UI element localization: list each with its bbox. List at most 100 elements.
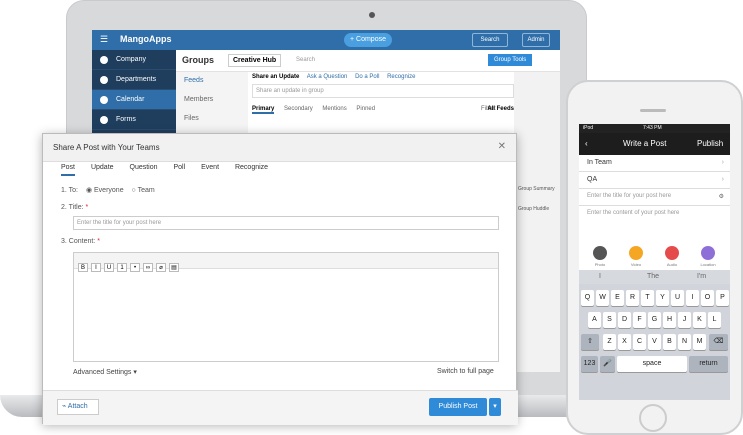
key-h[interactable]: H	[663, 312, 676, 328]
ordered-list-icon[interactable]: 1	[117, 263, 127, 272]
advanced-settings[interactable]: Advanced Settings ▾	[73, 368, 137, 376]
qa-row[interactable]: QA ›	[579, 172, 730, 189]
suggestion-3[interactable]: I'm	[697, 273, 706, 280]
back-icon[interactable]: ‹	[585, 139, 588, 148]
key-e[interactable]: E	[611, 290, 624, 306]
phone-title-input[interactable]: Enter the title for your post here ⚙	[579, 189, 730, 206]
nav-files[interactable]: Files	[176, 110, 248, 129]
backspace-icon[interactable]: ⌫	[709, 334, 728, 350]
phone-title: Write a Post	[623, 139, 667, 148]
gear-icon[interactable]: ⚙	[719, 193, 724, 200]
app-logo[interactable]: MangoApps	[120, 34, 172, 44]
key-space[interactable]: space	[617, 356, 687, 372]
subtab-primary[interactable]: Primary	[252, 106, 275, 114]
phone-content-input[interactable]: Enter the content of your post here	[579, 206, 730, 223]
tab-do-poll[interactable]: Do a Poll	[355, 74, 379, 80]
publish-button[interactable]: Publish Post	[429, 398, 487, 416]
radio-everyone[interactable]: ◉ Everyone	[86, 187, 124, 194]
link-icon[interactable]: ∞	[143, 263, 153, 272]
suggestion-1[interactable]: I	[599, 273, 601, 280]
phone-time: 7:43 PM	[643, 125, 662, 131]
key-q[interactable]: Q	[581, 290, 594, 306]
close-icon[interactable]: ✕	[498, 141, 506, 152]
filter-select[interactable]: All Feeds	[487, 106, 514, 112]
key-u[interactable]: U	[671, 290, 684, 306]
attach-button[interactable]: ⌁ Attach	[57, 399, 99, 415]
key-s[interactable]: S	[603, 312, 616, 328]
mic-icon[interactable]: 🎤	[600, 356, 615, 372]
hub-selector[interactable]: Creative Hub	[228, 54, 282, 67]
key-j[interactable]: J	[678, 312, 691, 328]
key-l[interactable]: L	[708, 312, 721, 328]
location-icon[interactable]	[701, 246, 715, 260]
paste-icon[interactable]: ▤	[169, 263, 179, 272]
compose-button[interactable]: + Compose	[344, 33, 392, 47]
tab-share-update[interactable]: Share an Update	[252, 74, 299, 80]
content-editor[interactable]: B I U 1 • ∞ ⌀ ▤	[73, 252, 499, 362]
underline-icon[interactable]: U	[104, 263, 114, 272]
nav-members[interactable]: Members	[176, 91, 248, 110]
key-n[interactable]: N	[678, 334, 691, 350]
tab-ask-question[interactable]: Ask a Question	[307, 74, 348, 80]
group-search[interactable]: Search	[296, 57, 315, 63]
key-c[interactable]: C	[633, 334, 646, 350]
in-team-row[interactable]: In Team ›	[579, 155, 730, 172]
key-b[interactable]: B	[663, 334, 676, 350]
share-input[interactable]: Share an update in group	[252, 84, 514, 98]
key-a[interactable]: A	[588, 312, 601, 328]
key-d[interactable]: D	[618, 312, 631, 328]
key-m[interactable]: M	[693, 334, 706, 350]
home-button[interactable]	[639, 404, 667, 432]
nav-feeds[interactable]: Feeds	[176, 72, 248, 91]
tab-poll[interactable]: Poll	[173, 164, 185, 174]
sidebar-item-company[interactable]: Company	[92, 50, 176, 70]
key-123[interactable]: 123	[581, 356, 598, 372]
radio-team[interactable]: ○ Team	[132, 187, 155, 194]
key-k[interactable]: K	[693, 312, 706, 328]
title-input[interactable]: Enter the title for your post here	[73, 216, 499, 230]
key-y[interactable]: Y	[656, 290, 669, 306]
group-summary[interactable]: Group Summary	[514, 182, 560, 196]
subtab-pinned[interactable]: Pinned	[356, 106, 375, 112]
tab-event[interactable]: Event	[201, 164, 219, 174]
sidebar-item-departments[interactable]: Departments	[92, 70, 176, 90]
key-p[interactable]: P	[716, 290, 729, 306]
tab-post[interactable]: Post	[61, 164, 76, 176]
bold-icon[interactable]: B	[78, 263, 88, 272]
subtab-mentions[interactable]: Mentions	[322, 106, 346, 112]
sidebar-item-forms[interactable]: Forms	[92, 110, 176, 130]
key-g[interactable]: G	[648, 312, 661, 328]
key-z[interactable]: Z	[603, 334, 616, 350]
unlink-icon[interactable]: ⌀	[156, 263, 166, 272]
tab-question[interactable]: Question	[130, 164, 158, 174]
video-icon[interactable]	[629, 246, 643, 260]
key-o[interactable]: O	[701, 290, 714, 306]
tab-update[interactable]: Update	[91, 164, 114, 174]
phone-publish[interactable]: Publish	[697, 139, 723, 148]
shift-icon[interactable]: ⇧	[581, 334, 599, 350]
key-r[interactable]: R	[626, 290, 639, 306]
group-huddle[interactable]: Group Huddle	[514, 202, 560, 216]
italic-icon[interactable]: I	[91, 263, 101, 272]
key-x[interactable]: X	[618, 334, 631, 350]
search-button[interactable]: Search	[472, 33, 508, 47]
suggestion-2[interactable]: The	[647, 273, 659, 280]
key-i[interactable]: I	[686, 290, 699, 306]
key-w[interactable]: W	[596, 290, 609, 306]
audio-icon[interactable]	[665, 246, 679, 260]
bullet-list-icon[interactable]: •	[130, 263, 140, 272]
publish-dropdown-icon[interactable]: ▾	[489, 398, 501, 416]
sidebar-item-calendar[interactable]: Calendar	[92, 90, 176, 110]
key-return[interactable]: return	[689, 356, 728, 372]
key-v[interactable]: V	[648, 334, 661, 350]
key-t[interactable]: T	[641, 290, 654, 306]
key-f[interactable]: F	[633, 312, 646, 328]
group-tools-button[interactable]: Group Tools	[488, 54, 533, 66]
admin-button[interactable]: Admin	[522, 33, 550, 47]
photo-icon[interactable]	[593, 246, 607, 260]
switch-full-page[interactable]: Switch to full page	[437, 368, 494, 375]
subtab-secondary[interactable]: Secondary	[284, 106, 313, 112]
tab-recognize[interactable]: Recognize	[387, 74, 415, 80]
tab-recognize[interactable]: Recognize	[235, 164, 268, 174]
menu-icon[interactable]: ☰	[100, 34, 108, 45]
